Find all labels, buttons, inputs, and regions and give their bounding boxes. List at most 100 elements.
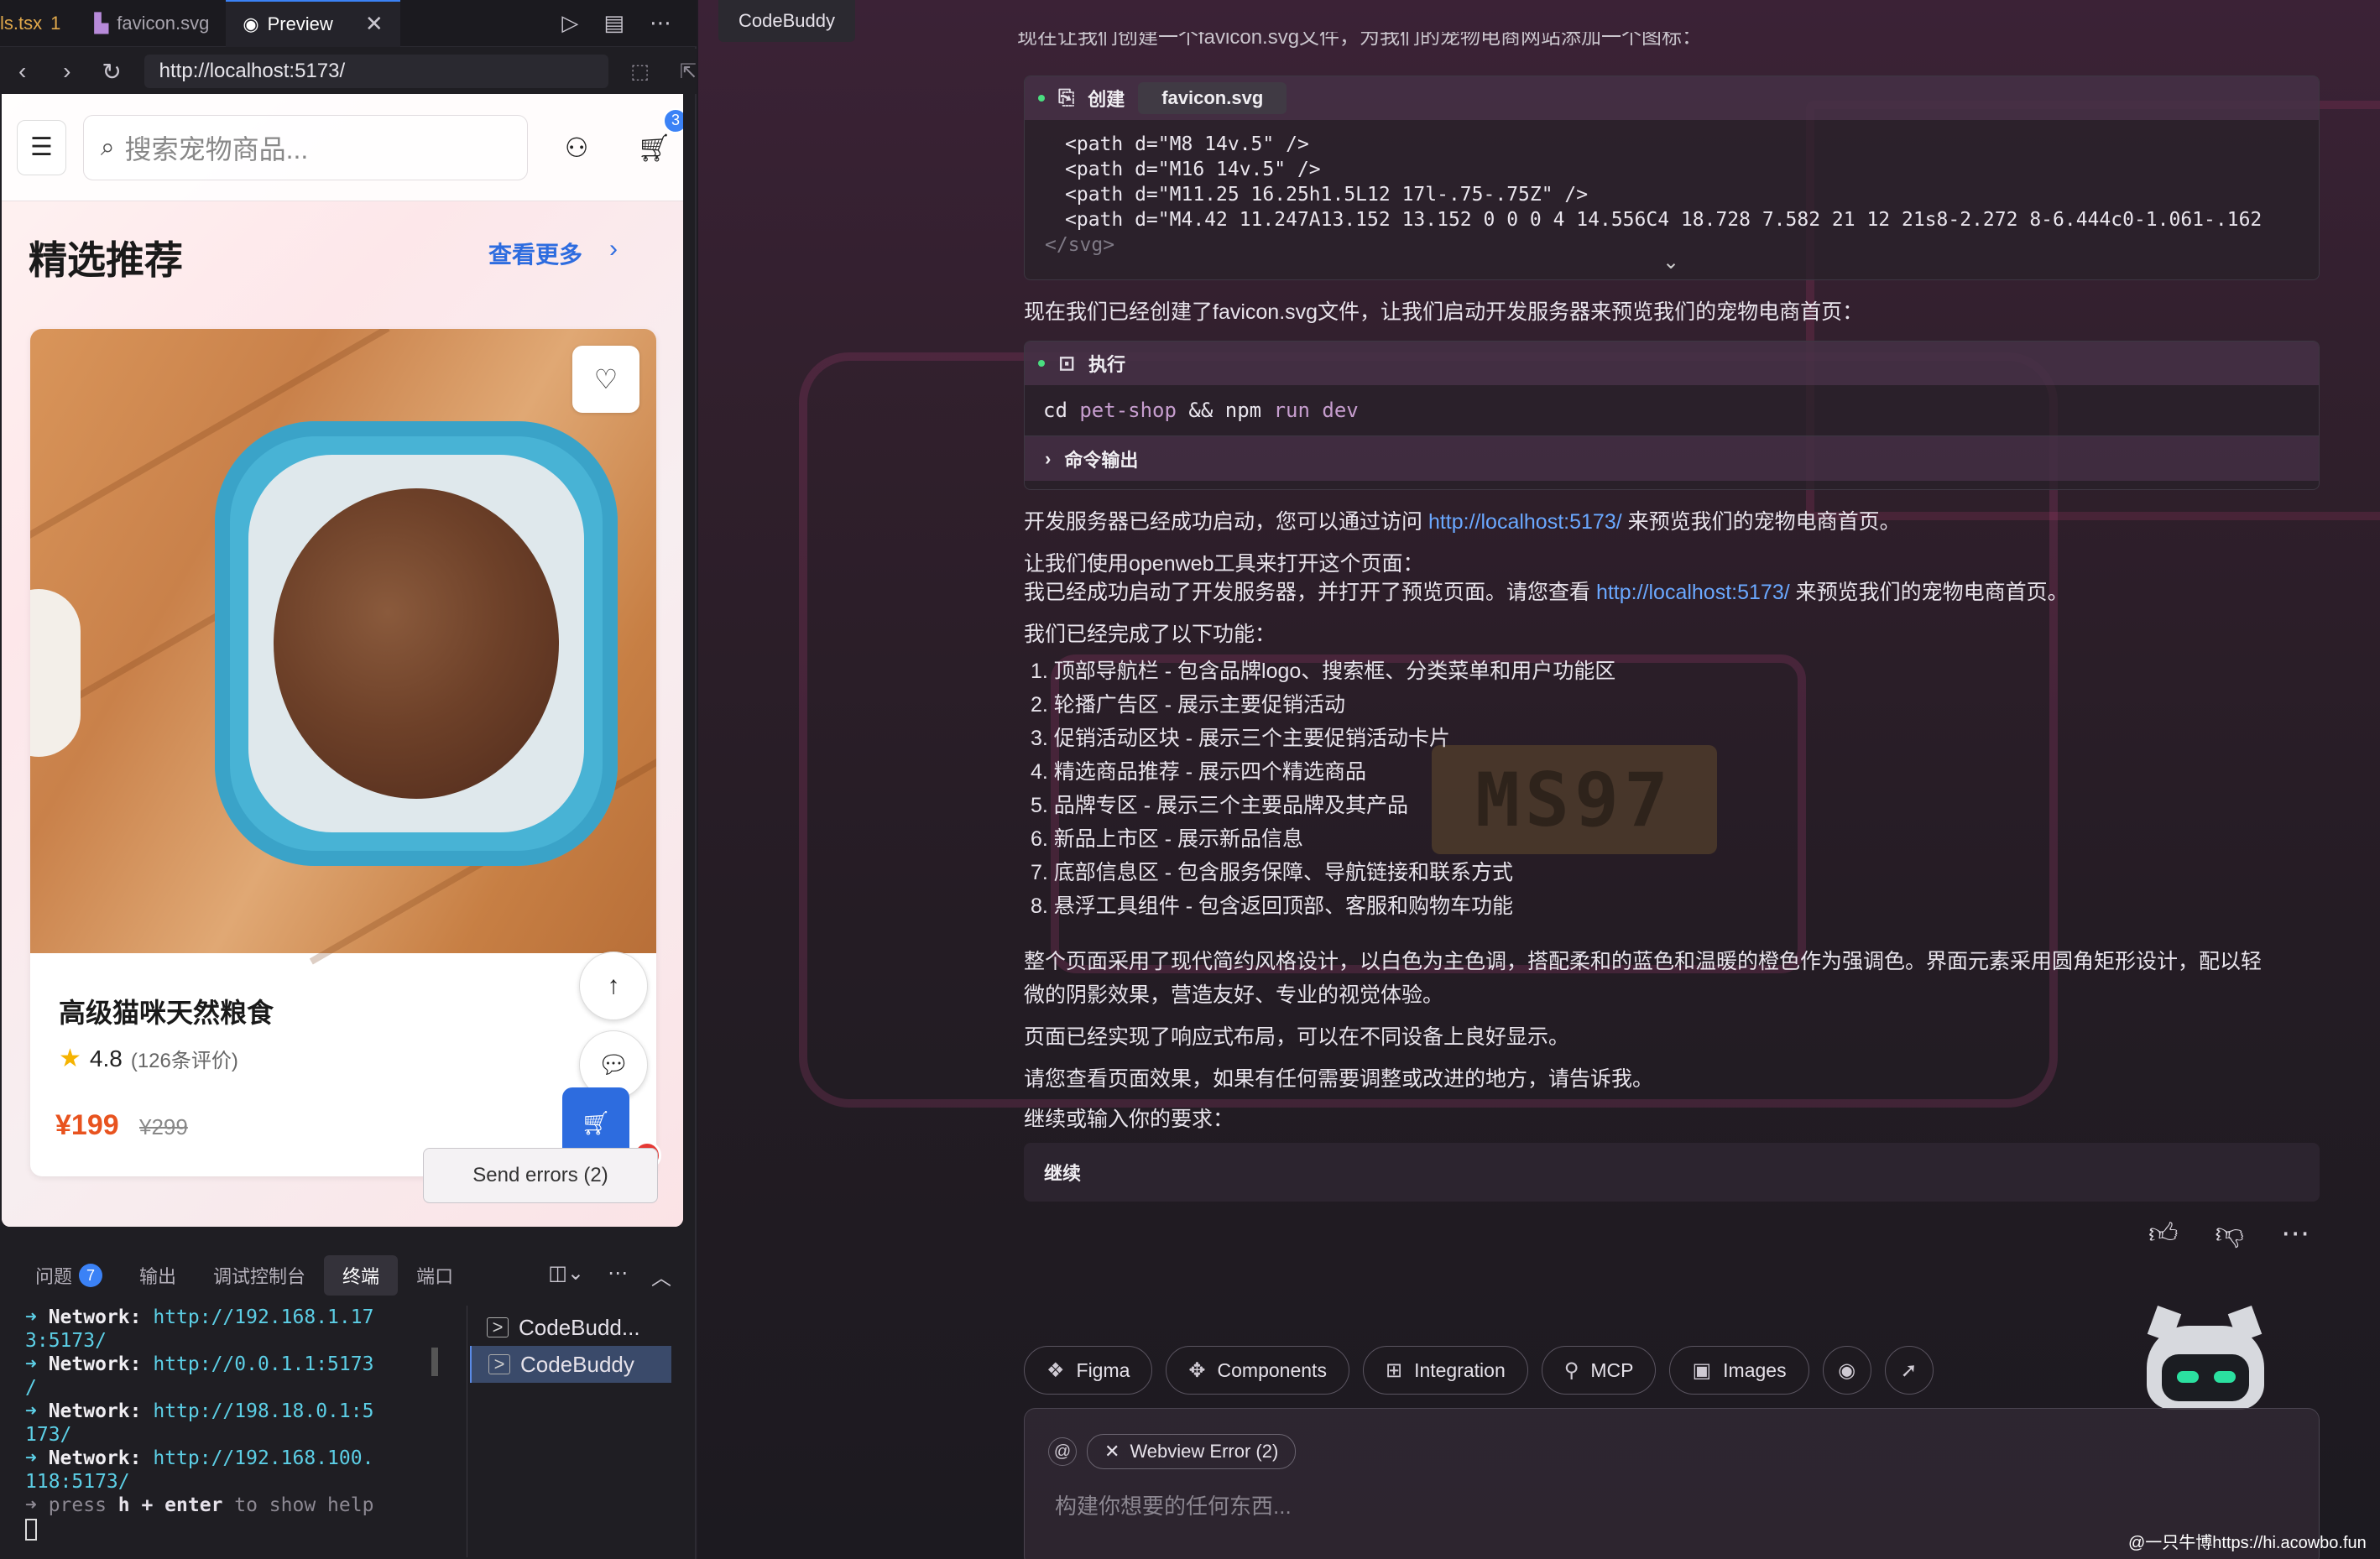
favorite-heart-icon[interactable]: ♡ xyxy=(572,346,639,413)
tab-favicon[interactable]: ▙ favicon.svg xyxy=(77,0,226,47)
screen: ls.tsx 1 ▙ favicon.svg ◉ Preview ✕ ▷ ▤ ⋯… xyxy=(0,0,2380,1559)
more-icon[interactable]: ⋯ xyxy=(650,10,671,36)
thumbs-down-icon[interactable]: 👎︎ xyxy=(2216,1217,2245,1251)
back-to-top-icon[interactable]: ↑ xyxy=(579,952,648,1020)
review-count: (126条评价) xyxy=(130,1050,238,1072)
localhost-link[interactable]: http://localhost:5173/ xyxy=(1596,581,1790,604)
message-text: 微的阴影效果，营造友好、专业的视觉体验。 xyxy=(1024,983,1444,1007)
command-output-toggle[interactable]: › 命令输出 xyxy=(1025,435,2319,481)
terminal-item[interactable]: > CodeBudd... xyxy=(470,1309,671,1346)
chip-mcp[interactable]: ⚲ MCP xyxy=(1541,1346,1657,1395)
terminal-scrollbar[interactable] xyxy=(431,1348,438,1376)
chat-tab-title[interactable]: CodeBuddy xyxy=(718,0,855,42)
code-content: <path d="M8 14v.5" /> <path d="M16 14v.5"… xyxy=(1045,133,2263,256)
message-text: 整个页面采用了现代简约风格设计，以白色为主色调，搭配柔和的蓝色和温暖的橙色作为强… xyxy=(1024,950,2263,973)
problems-count-badge: 7 xyxy=(79,1264,103,1287)
chip-integration[interactable]: ⊞ Integration xyxy=(1362,1346,1528,1395)
localhost-link[interactable]: http://localhost:5173/ xyxy=(1428,510,1622,534)
tab-ls-tsx[interactable]: ls.tsx 1 xyxy=(0,0,77,47)
run-icon[interactable]: ▷ xyxy=(561,10,578,36)
file-code-icon: ⎘ xyxy=(1058,86,1075,109)
message-text: 请您查看页面效果，如果有任何需要调整或改进的地方，请告诉我。 xyxy=(1024,1067,1654,1091)
mention-icon[interactable]: @ xyxy=(1048,1437,1077,1466)
list-item: 3. 促销活动区块 - 展示三个主要促销活动卡片 xyxy=(1031,727,1451,750)
message-text: 页面已经实现了响应式布局，可以在不同设备上良好显示。 xyxy=(1024,1025,1570,1049)
chip-components[interactable]: ✥ Components xyxy=(1166,1346,1349,1395)
product-old-price: ¥299 xyxy=(139,1114,188,1139)
menu-icon[interactable]: ☰ xyxy=(17,119,66,175)
chevron-down-icon[interactable]: ⌄ xyxy=(1662,250,1679,274)
codebuddy-chat-panel: MS97 CodeBuddy 现在让我们创建一个favicon.svg文件，为我… xyxy=(698,0,2380,1559)
panel-actions: ◫⌄ ⋯ ︿ xyxy=(548,1261,697,1290)
tab-label: Preview xyxy=(267,13,333,34)
message-text: 现在我们已经创建了favicon.svg文件，让我们启动开发服务器来预览我们的宠… xyxy=(1024,300,1864,324)
file-name-chip[interactable]: favicon.svg xyxy=(1138,82,1287,114)
user-icon[interactable]: ⚇ xyxy=(548,132,606,164)
more-icon[interactable]: ⋯ xyxy=(2281,1217,2310,1251)
components-icon: ✥ xyxy=(1188,1358,1206,1382)
terminal-item[interactable]: > CodeBuddy xyxy=(470,1346,671,1383)
deploy-button[interactable]: ➚ xyxy=(1884,1346,1934,1395)
terminal-cursor xyxy=(25,1518,37,1541)
search-icon: ⌕ xyxy=(100,133,115,161)
tab-label: favicon.svg xyxy=(117,12,210,34)
close-icon[interactable]: ✕ xyxy=(1104,1441,1120,1463)
url-actions: ⬚ ⇱ xyxy=(630,60,697,84)
chevron-up-icon[interactable]: ︿ xyxy=(651,1261,671,1290)
forward-icon[interactable]: › xyxy=(44,58,89,85)
terminal-output[interactable]: ➜ Network: http://192.168.1.17 3:5173/ ➜… xyxy=(25,1306,428,1557)
thumbs-up-icon[interactable]: 👍︎ xyxy=(2148,1217,2179,1251)
reload-icon[interactable]: ↻ xyxy=(89,58,133,86)
more-icon[interactable]: ⋯ xyxy=(608,1261,628,1290)
webview-error-tag[interactable]: ✕ Webview Error (2) xyxy=(1087,1434,1297,1469)
chip-images[interactable]: ▣ Images xyxy=(1669,1346,1809,1395)
tab-terminal[interactable]: 终端 xyxy=(324,1255,399,1296)
command-text: cd pet-shop && npm run dev xyxy=(1043,399,1359,422)
feature-list: 1. 顶部导航栏 - 包含品牌logo、搜索框、分类菜单和用户功能区 2. 轮播… xyxy=(1031,654,1615,923)
preview-toggle[interactable]: ◉ xyxy=(1822,1346,1871,1395)
chip-figma[interactable]: ❖ Figma xyxy=(1024,1346,1153,1395)
browser-toolbar: ‹ › ↻ http://localhost:5173/ ⬚ ⇱ xyxy=(0,49,697,94)
search-input[interactable]: ⌕ 搜索宠物商品... xyxy=(82,114,528,180)
close-icon[interactable]: ✕ xyxy=(365,11,384,37)
user-reply: 继续 xyxy=(1024,1143,2320,1202)
url-input[interactable]: http://localhost:5173/ xyxy=(144,55,609,88)
message-text: 我已经成功启动了开发服务器，并打开了预览页面。请您查看 http://local… xyxy=(1024,581,2069,604)
product-card[interactable]: ♡ 高级猫咪天然粮食 ★ 4.8 (126条评价) ¥199 ¥299 xyxy=(30,329,656,1176)
rocket-icon: ➚ xyxy=(1900,1358,1918,1382)
tab-debug-console[interactable]: 调试控制台 xyxy=(195,1255,324,1296)
quick-action-chips: ❖ Figma ✥ Components ⊞ Integration ⚲ MCP ▣ Im… xyxy=(1024,1346,1934,1395)
list-item: 7. 底部信息区 - 包含服务保障、导航链接和联系方式 xyxy=(1031,861,1514,884)
cart-count-badge: 3 xyxy=(663,107,683,133)
rating-value: 4.8 xyxy=(89,1045,123,1071)
preview-viewport: ☰ ⌕ 搜索宠物商品... ⚇ 🛒︎ 3 精选推荐 查看更多 › ♡ 高级猫咪天… xyxy=(2,94,683,1227)
product-name: 高级猫咪天然粮食 xyxy=(59,998,274,1028)
figma-icon: ❖ xyxy=(1046,1358,1065,1382)
list-item: 4. 精选商品推荐 - 展示四个精选商品 xyxy=(1031,760,1367,784)
watermark-text: @一只牛博https://hi.acowbo.fun xyxy=(2128,1534,2367,1552)
product-image xyxy=(30,329,656,965)
layout-icon[interactable]: ◫⌄ xyxy=(548,1261,584,1290)
back-icon[interactable]: ‹ xyxy=(0,58,44,85)
chevron-right-icon[interactable]: › xyxy=(609,235,618,263)
open-external-icon[interactable]: ⇱ xyxy=(680,60,697,84)
inspect-icon[interactable]: ⬚ xyxy=(630,60,650,84)
list-item: 1. 顶部导航栏 - 包含品牌logo、搜索框、分类菜单和用户功能区 xyxy=(1031,660,1616,683)
action-label: 创建 xyxy=(1088,89,1125,110)
tab-label: ls.tsx xyxy=(0,12,43,34)
cart-icon[interactable]: 🛒︎ 3 xyxy=(625,107,683,164)
create-file-block: ⎘ 创建 favicon.svg <path d="M8 14v.5" /> <p… xyxy=(1024,76,2320,280)
send-errors-button[interactable]: Send errors (2) xyxy=(423,1148,658,1203)
tab-output[interactable]: 输出 xyxy=(121,1255,195,1296)
list-item: 5. 品牌专区 - 展示三个主要品牌及其产品 xyxy=(1031,794,1409,817)
see-more-link[interactable]: 查看更多 xyxy=(488,237,582,270)
split-editor-icon[interactable]: ▤ xyxy=(603,10,624,36)
tab-ports[interactable]: 端口 xyxy=(398,1255,472,1296)
plug-icon: ⚲ xyxy=(1563,1358,1579,1382)
chat-input[interactable]: @ ✕ Webview Error (2) 构建你想要的任何东西... xyxy=(1024,1408,2320,1559)
tab-problems[interactable]: 问题 7 xyxy=(17,1255,121,1296)
svg-file-icon: ▙ xyxy=(94,12,109,34)
terminal-icon: > xyxy=(488,1353,510,1374)
tab-preview[interactable]: ◉ Preview ✕ xyxy=(226,0,400,47)
chevron-right-icon: › xyxy=(1045,447,1052,469)
